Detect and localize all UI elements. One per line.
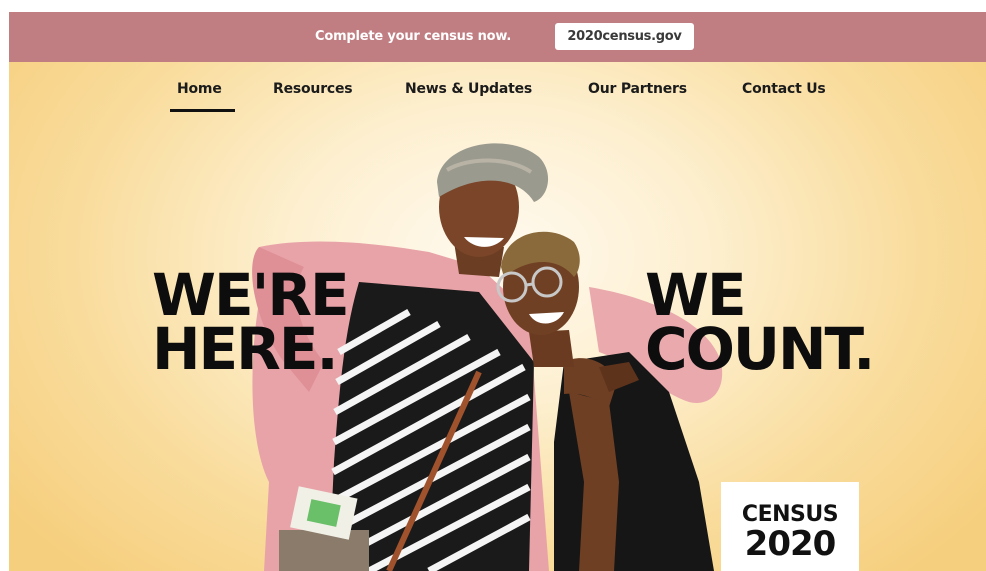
headline-left-line-1: WE'RE (152, 261, 350, 329)
nav-contact-us[interactable]: Contact Us (742, 81, 826, 97)
census-website-button[interactable]: 2020census.gov (555, 23, 694, 50)
headline-right: WE COUNT. (645, 261, 875, 383)
headline-left-line-2: HERE. (152, 315, 338, 383)
headline-left: WE'RE HERE. (152, 261, 350, 383)
logo-year-text: 2020 (744, 524, 837, 564)
hero-section: Home Resources News & Updates Our Partne… (9, 62, 986, 571)
nav-home[interactable]: Home (177, 81, 222, 97)
census-2020-logo: CENSUS 2020 (721, 482, 859, 571)
nav-news-updates[interactable]: News & Updates (405, 81, 532, 97)
nav-our-partners[interactable]: Our Partners (588, 81, 687, 97)
nav-resources[interactable]: Resources (273, 81, 353, 97)
main-navigation: Home Resources News & Updates Our Partne… (9, 62, 986, 118)
page: Complete your census now. 2020census.gov (9, 12, 986, 571)
active-nav-indicator (170, 109, 235, 112)
announcement-bar: Complete your census now. 2020census.gov (9, 12, 986, 62)
headline-right-line-2: COUNT. (645, 315, 875, 383)
headline-right-line-1: WE (645, 261, 747, 329)
announcement-message: Complete your census now. (315, 29, 512, 44)
